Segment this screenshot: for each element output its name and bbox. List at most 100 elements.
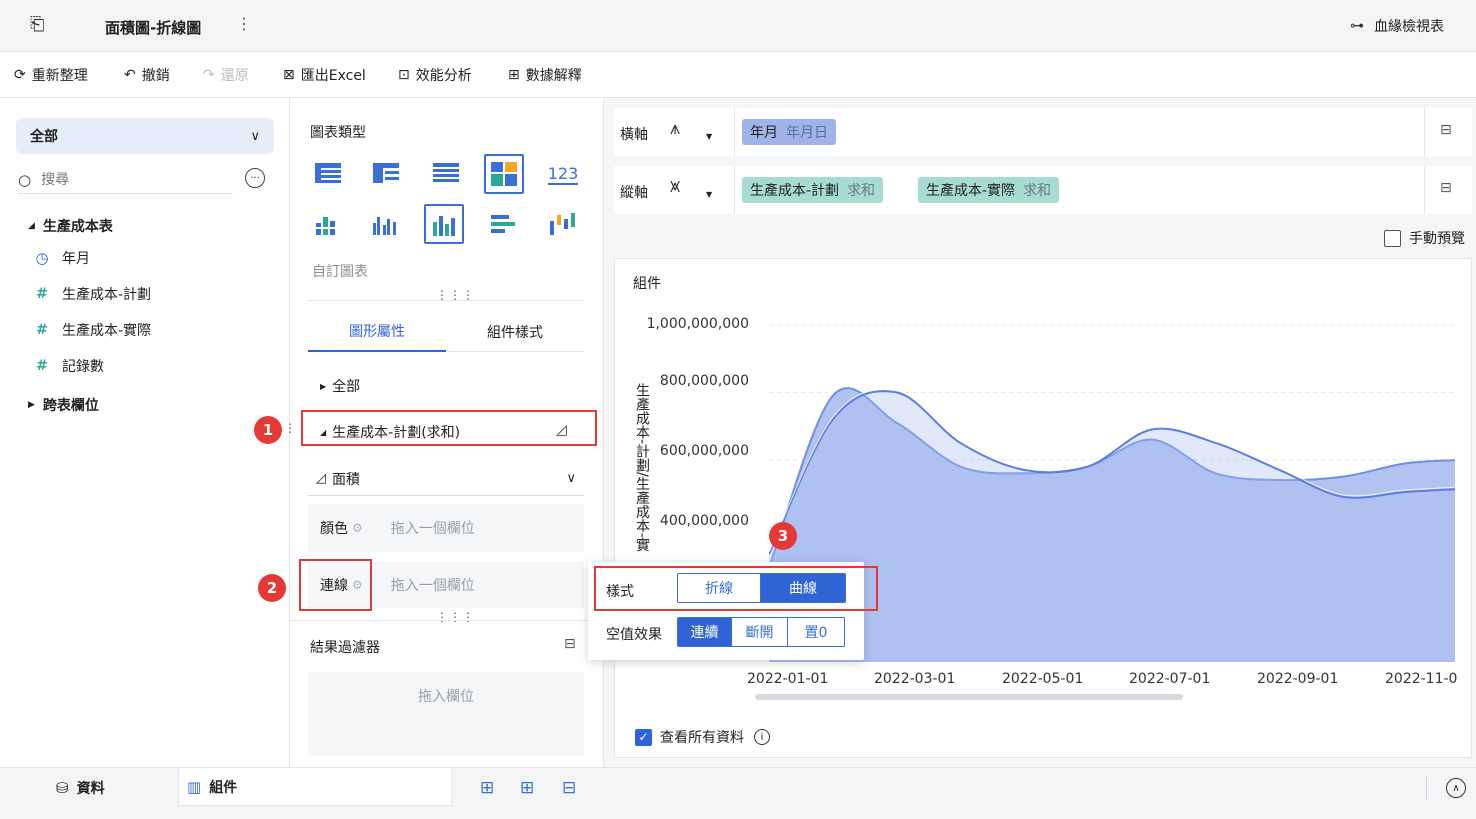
search-box[interactable]: ○ [18, 166, 232, 194]
caret-down-icon: ◢ [28, 221, 35, 231]
y-axis-label: 縱軸 [620, 185, 648, 201]
chart-type-column-icon[interactable] [424, 204, 464, 244]
caret-right-icon: ▶ [28, 400, 35, 410]
search-input[interactable] [41, 171, 212, 188]
chart-type-crosstab-icon[interactable] [366, 154, 406, 194]
chart-type-grouped-bar-icon[interactable] [366, 204, 406, 244]
info-icon[interactable]: i [754, 729, 770, 745]
step-badge: 3 [769, 522, 797, 550]
null-option-zero[interactable]: 置0 [788, 618, 844, 646]
x-tick: 2022-01-01 [747, 671, 829, 687]
null-effect-segmented: 連續 斷開 置0 [677, 617, 845, 647]
chevron-down-icon: ∨ [250, 128, 260, 144]
y-tick: 1,000,000,000 [646, 316, 749, 332]
chart-area: 橫軸 ⩚ ▼ 年月 年月日 ⊟ 縱軸 ⩙ ▼ 生產成本-計劃 求和 生產成本-實際求… [604, 98, 1476, 767]
caret-down-icon[interactable]: ▼ [706, 132, 712, 141]
lineage-label: 血緣檢視表 [1374, 19, 1444, 35]
manual-preview-toggle[interactable]: 手動預覽 [1384, 228, 1465, 248]
bottom-bar: ⛁ 資料 ▥ 組件 ⊞ ⊞ ⊟ ∧ [0, 767, 1476, 819]
collapse-up-icon[interactable]: ∧ [1446, 778, 1466, 798]
number-calc-icon: # [36, 358, 48, 374]
explain-data-button[interactable]: ⊞ 數據解釋 [508, 52, 582, 98]
x-axis-row: 橫軸 ⩚ ▼ 年月 年月日 ⊟ [614, 108, 1472, 156]
divider [734, 108, 735, 156]
checkbox[interactable] [1384, 229, 1401, 247]
divider [1424, 108, 1425, 156]
number-icon: # [36, 286, 48, 302]
add-component-icon[interactable]: ⊞ [480, 778, 494, 798]
resize-handle-bottom[interactable]: ⋮⋮⋮ [436, 610, 475, 624]
export-excel-button[interactable]: ⊠ 匯出Excel [283, 52, 366, 98]
divider [734, 166, 735, 214]
tab-component[interactable]: ▥ 組件 [178, 768, 452, 806]
toolbar: ⟳ 重新整理 ↶ 撤銷 ↷ 還原 ⊠ 匯出Excel ⊡ 效能分析 ⊞ 數據解釋 [0, 52, 1476, 98]
add-dashboard-icon[interactable]: ⊞ [520, 778, 534, 798]
axis-settings-icon[interactable]: ⊟ [1440, 122, 1452, 138]
cross-table-node[interactable]: ▶ 跨表欄位 [28, 395, 99, 415]
top-bar: ⎗ 面積圖-折線圖 ⋮ ⊶ 血緣檢視表 [0, 0, 1476, 52]
divider [308, 300, 584, 301]
series-area-1[interactable] [769, 391, 1455, 662]
caret-down-icon[interactable]: ▼ [706, 190, 712, 199]
more-options-icon[interactable]: ··· [245, 168, 265, 188]
color-dropzone[interactable]: 顏色 ⚙ 拖入一個欄位 [308, 504, 584, 552]
redo-icon: ↷ [203, 67, 215, 83]
bar-chart-icon: ▥ [187, 777, 202, 796]
horizontal-scrollbar[interactable] [755, 694, 1183, 700]
chart-type-detail-table-icon[interactable] [426, 154, 466, 194]
chart-type-kpi-card-icon[interactable] [484, 154, 524, 194]
checkbox-checked[interactable]: ✓ [635, 728, 652, 746]
y-tick: 800,000,000 [659, 373, 749, 389]
undo-button[interactable]: ↶ 撤銷 [124, 52, 170, 98]
field-cost-actual[interactable]: # 生產成本-實際 [34, 320, 151, 340]
redo-button[interactable]: ↷ 還原 [203, 52, 249, 98]
highlight-style-row [594, 566, 878, 611]
field-record-count[interactable]: # 記錄數 [34, 356, 104, 376]
x-tick: 2022-05-01 [1002, 671, 1084, 687]
result-filter-dropzone[interactable]: 拖入欄位 [308, 672, 584, 756]
chart-type-stacked-bar-icon[interactable] [308, 204, 348, 244]
y-tick: 400,000,000 [659, 513, 749, 529]
y-axis-type-icon[interactable]: ⩙ [670, 176, 680, 197]
gear-icon[interactable]: ⚙ [352, 521, 363, 535]
explain-icon: ⊞ [508, 67, 520, 83]
x-tick: 2022-11-0 [1385, 671, 1458, 687]
refresh-button[interactable]: ⟳ 重新整理 [14, 52, 88, 98]
chart-card: 組件 生產成本-計劃/生產成本-實際 400,000,000 600,000,0… [614, 258, 1472, 758]
x-tick: 2022-09-01 [1257, 671, 1339, 687]
exit-icon[interactable]: ⎗ [30, 14, 44, 35]
null-option-break[interactable]: 斷開 [732, 618, 788, 646]
axis-settings-icon[interactable]: ⊟ [1440, 180, 1452, 196]
category-select[interactable]: 全部 ∨ [16, 118, 274, 154]
x-field-tag[interactable]: 年月 年月日 [742, 119, 836, 145]
chart-type-horizontal-bar-icon[interactable] [484, 204, 524, 244]
table-node[interactable]: ◢ 生產成本表 [28, 216, 113, 236]
chart-type-number-icon[interactable]: 123 [543, 154, 583, 194]
y-field-tag-actual[interactable]: 生產成本-實際 求和 [918, 177, 1060, 203]
all-properties-node[interactable]: ▶ 全部 [320, 376, 360, 396]
null-effect-label: 空值效果 [606, 627, 662, 643]
tab-data[interactable]: ⛁ 資料 [56, 768, 105, 808]
y-field-tag-plan[interactable]: 生產成本-計劃 求和 [742, 177, 884, 203]
filter-settings-icon[interactable]: ⊟ [564, 636, 576, 652]
view-all-data-toggle[interactable]: ✓ 查看所有資料 i [635, 727, 770, 747]
field-cost-plan[interactable]: # 生產成本-計劃 [34, 284, 151, 304]
search-icon: ○ [18, 170, 32, 189]
chart-type-waterfall-icon[interactable] [543, 204, 583, 244]
x-axis-type-icon[interactable]: ⩚ [670, 118, 680, 139]
mark-type-select[interactable]: ◿ 面積 ∨ [308, 462, 584, 496]
custom-chart-label[interactable]: 自訂圖表 [312, 261, 368, 281]
y-axis-row: 縱軸 ⩙ ▼ 生產成本-計劃 求和 生產成本-實際 求和 ⊟ [614, 166, 1472, 214]
add-report-icon[interactable]: ⊟ [562, 778, 576, 798]
more-vert-icon[interactable]: ⋮ [236, 14, 252, 33]
tab-component-style[interactable]: 組件樣式 [446, 312, 584, 352]
performance-button[interactable]: ⊡ 效能分析 [398, 52, 472, 98]
lineage-button[interactable]: ⊶ 血緣檢視表 [1350, 16, 1444, 36]
chart-type-table-icon[interactable] [308, 154, 348, 194]
field-year-month[interactable]: ◷ 年月 [34, 248, 90, 268]
tab-graph-properties[interactable]: 圖形屬性 [308, 312, 446, 352]
number-icon: # [36, 322, 48, 338]
null-option-continuous[interactable]: 連續 [678, 618, 732, 646]
x-axis-ticks: 2022-01-01 2022-03-01 2022-05-01 2022-07… [615, 671, 1471, 691]
page-title: 面積圖-折線圖 [105, 19, 202, 37]
